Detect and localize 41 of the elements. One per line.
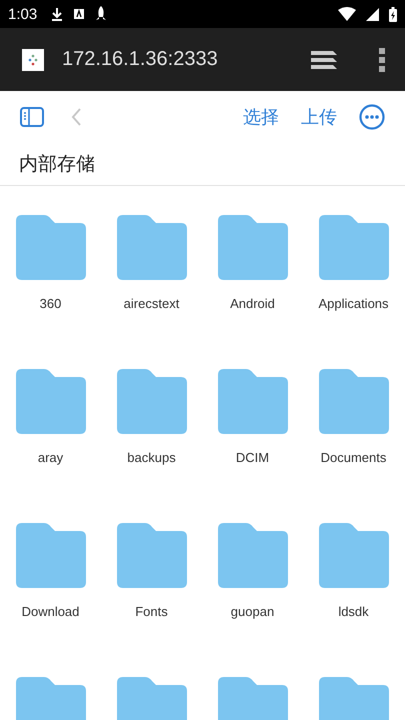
download-icon: [51, 7, 64, 21]
folder-icon[interactable]: [116, 215, 186, 280]
folder-name[interactable]: Download: [22, 604, 80, 619]
battery-icon: [389, 6, 397, 22]
more-icon[interactable]: [359, 104, 385, 130]
signal-icon: [366, 8, 379, 20]
folder-icon[interactable]: [16, 215, 86, 280]
folder-icon[interactable]: [318, 215, 388, 280]
folder-icon[interactable]: [116, 369, 186, 434]
folder-name[interactable]: backups: [127, 450, 176, 465]
folder-icon[interactable]: [218, 523, 288, 588]
toolbar-action[interactable]: 上传: [301, 105, 337, 129]
folder-icon[interactable]: [218, 369, 288, 434]
tabs-icon[interactable]: [311, 48, 339, 70]
back-icon[interactable]: [70, 107, 82, 127]
location-title: 内部存储: [19, 153, 95, 177]
folder-name[interactable]: DCIM: [236, 450, 270, 465]
folder-icon[interactable]: [218, 215, 288, 280]
folder-name[interactable]: Fonts: [135, 604, 168, 619]
folder-name[interactable]: aray: [38, 450, 64, 465]
folder-name[interactable]: 360: [40, 296, 62, 311]
folder-icon[interactable]: [318, 369, 388, 434]
folder-name[interactable]: guopan: [230, 604, 274, 619]
wifi-icon: [338, 7, 356, 21]
folder-name[interactable]: Android: [230, 296, 275, 311]
folder-icon[interactable]: [318, 523, 388, 588]
folder-icon[interactable]: [16, 369, 86, 434]
address-text[interactable]: 172.16.1.36:2333: [62, 48, 218, 71]
folder-name[interactable]: Documents: [320, 450, 386, 465]
app-notification-icon: [73, 8, 86, 20]
more-vertical-icon[interactable]: [379, 48, 385, 72]
folder-name[interactable]: ldsdk: [338, 604, 369, 619]
rocket-icon: [95, 6, 108, 22]
site-favicon: [22, 48, 44, 70]
folder-icon[interactable]: [16, 523, 86, 588]
folder-name[interactable]: airecstext: [124, 296, 180, 311]
folder-name[interactable]: Applications: [318, 296, 389, 311]
toolbar-action[interactable]: 选择: [243, 105, 279, 129]
status-time: 1:03: [8, 6, 38, 22]
sidebar-toggle-icon[interactable]: [20, 107, 44, 127]
folder-icon[interactable]: [116, 523, 186, 588]
